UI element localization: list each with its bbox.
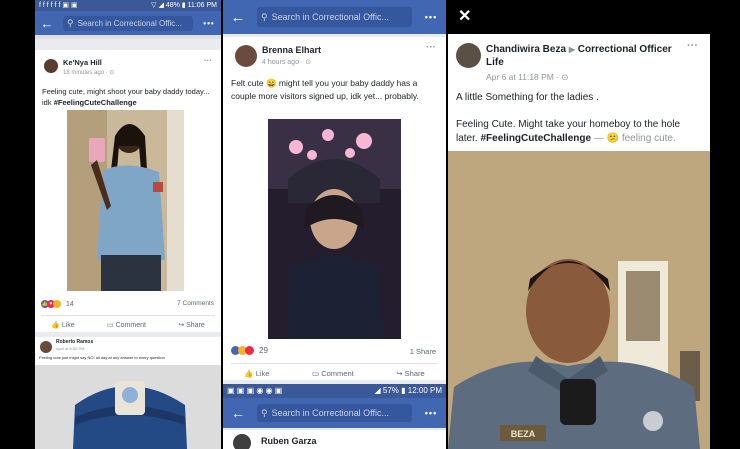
post-menu-icon[interactable]: ··· [204,56,212,65]
comment-button[interactable]: ▭ Comment [107,321,146,329]
search-placeholder: Search in Correctional Offic... [271,408,389,418]
post-author[interactable]: Ke'Nya Hill [63,58,102,67]
more-options-icon[interactable]: ••• [416,408,446,418]
status-right: ▽ ◢ 48% ▮ 11:06 PM [151,2,217,9]
post-card: Brenna Elhart 4 hours ago · ⊙ ··· Felt c… [223,37,446,380]
reaction-summary[interactable]: 29 [231,346,268,355]
group-search-bar: ← ⚲ Search in Correctional Offic... ••• [35,11,221,35]
arrow-right-icon: ▶ [568,45,575,54]
search-icon: ⚲ [261,407,268,418]
like-button[interactable]: 👍 Like [244,369,269,378]
like-label: Like [255,369,270,378]
back-arrow-icon[interactable]: ← [223,9,253,26]
status-bar: ▣ ▣ ▣ ◉ ◉ ▣ ◢ 57% ▮ 12:00 PM [223,384,446,398]
post-photo[interactable] [67,110,184,291]
share-label: Share [186,322,205,329]
haha-reaction-icon [53,300,61,308]
feeling-activity: — 😕 feeling cute. [591,133,676,144]
post-photo[interactable] [35,365,221,449]
comment-button[interactable]: ▭ Comment [312,369,354,378]
post-menu-icon[interactable]: ··· [426,42,436,53]
status-left: ▣ ▣ ▣ ◉ ◉ ▣ [227,386,283,395]
post-author[interactable]: Brenna Elhart [262,45,321,55]
post-time: 18 minutes ago · ⊙ [63,70,115,76]
more-options-icon[interactable]: ••• [416,12,446,22]
share-label: Share [404,369,425,378]
group-search-bar-2: ← ⚲ Search in Correctional Offic... ••• [223,398,446,428]
post-actions: 👍 Like ▭ Comment ↪ Share [35,321,221,329]
post-time: Apr 6 at 11:18 PM · ⊙ [486,72,569,82]
search-placeholder: Search in Correctional Offic... [77,18,182,28]
reaction-summary[interactable]: 👍 ♥ 14 [41,300,74,308]
post-card: Ke'Nya Hill 18 minutes ago · ⊙ ··· Feeli… [35,50,221,332]
share-button[interactable]: ↪ Share [178,321,205,329]
avatar[interactable] [456,43,481,68]
status-left: f f f f f f ▣ ▣ [39,2,78,9]
comment-count[interactable]: 7 Comments [177,300,214,307]
group-search-bar: ← ⚲ Search in Correctional Offic... ••• [223,0,446,34]
status-bar: f f f f f f ▣ ▣ ▽ ◢ 48% ▮ 11:06 PM [35,0,221,11]
panel-kenya-post: f f f f f f ▣ ▣ ▽ ◢ 48% ▮ 11:06 PM ← ⚲ S… [35,0,221,449]
panel-beza-post: ✕ Chandiwira Beza ▶ Correctional Officer… [448,0,710,449]
post-author[interactable]: Roberto Ramos [56,339,93,345]
post-time: April at 8:50 PM [56,346,85,351]
post-author[interactable]: Ruben Garza [261,436,317,446]
search-input[interactable]: ⚲ Search in Correctional Offic... [257,7,412,27]
post-photo[interactable]: BEZA [448,151,710,449]
search-placeholder: Search in Correctional Offic... [271,12,389,22]
post-text: Feeling Cute. Might take your homeboy to… [456,118,704,146]
post-actions: 👍 Like ▭ Comment ↪ Share [223,369,446,378]
like-label: Like [61,322,75,329]
share-button[interactable]: ↪ Share [396,369,424,378]
avatar[interactable] [233,434,251,449]
status-right: ◢ 57% ▮ 12:00 PM [374,386,442,395]
name-badge: BEZA [511,429,536,439]
post-card-2: Roberto Ramos April at 8:50 PM Feeling c… [35,337,221,449]
back-arrow-icon[interactable]: ← [35,16,59,31]
post-card: Chandiwira Beza ▶ Correctional Officer L… [448,34,710,449]
search-icon: ⚲ [67,17,74,28]
more-options-icon[interactable]: ••• [197,19,221,28]
avatar[interactable] [235,45,257,67]
post-time: 4 hours ago · ⊙ [262,59,312,66]
comment-label: Comment [115,322,146,329]
like-button[interactable]: 👍 Like [51,321,75,329]
author-name[interactable]: Chandiwira Beza [486,44,566,55]
avatar[interactable] [44,59,58,73]
back-arrow-icon[interactable]: ← [223,405,253,421]
search-input[interactable]: ⚲ Search in Correctional Offic... [257,404,412,422]
comment-label: Comment [321,369,354,378]
panel-brenna-post: ← ⚲ Search in Correctional Offic... ••• … [223,0,446,449]
post-menu-icon[interactable]: ··· [687,40,698,52]
post-line-1: A little Something for the ladies . [456,92,599,103]
post-author: Chandiwira Beza ▶ Correctional Officer L… [486,43,686,69]
avatar[interactable] [40,341,52,353]
love-reaction-icon [245,346,254,355]
post-photo[interactable] [268,119,401,339]
hashtag-link[interactable]: #FeelingCuteChallenge [54,98,137,107]
reaction-count: 14 [66,300,74,308]
close-icon[interactable]: ✕ [458,6,471,26]
post-card-3: Ruben Garza [223,430,446,449]
search-input[interactable]: ⚲ Search in Correctional Offic... [63,15,193,31]
hashtag-link[interactable]: #FeelingCuteChallenge [480,133,591,144]
reaction-count: 29 [259,346,268,355]
post-text: Feeling cute just might say NO! all day … [39,355,165,360]
share-count[interactable]: 1 Share [410,347,436,356]
search-icon: ⚲ [261,11,268,22]
post-text: Feeling cute, might shoot your baby dadd… [42,86,212,108]
post-text: Felt cute 😄 might tell you your baby dad… [231,78,419,101]
